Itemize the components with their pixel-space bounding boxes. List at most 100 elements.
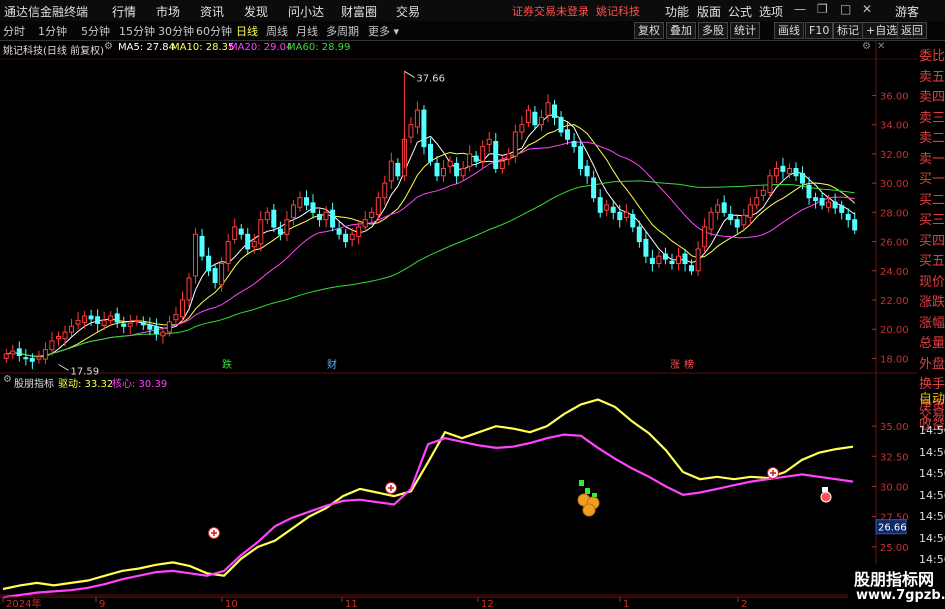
adjust-button[interactable]: 复权 <box>634 22 664 39</box>
f10-button[interactable]: F10 <box>805 22 834 39</box>
period-5min[interactable]: 5分钟 <box>81 23 110 39</box>
menu-market[interactable]: 市场 <box>156 3 180 20</box>
candle-body <box>212 268 218 284</box>
menu-function[interactable]: 功能 <box>665 3 689 20</box>
candle-body <box>225 241 231 265</box>
sidebar-item[interactable]: 卖一 <box>919 148 945 167</box>
candle-body <box>186 277 192 301</box>
menu-formula[interactable]: 公式 <box>728 3 752 20</box>
close-icon[interactable]: ✕ <box>862 2 872 16</box>
sidebar-item[interactable]: 卖四 <box>919 86 945 105</box>
maximize-icon[interactable]: □ <box>840 2 851 16</box>
menu-news[interactable]: 资讯 <box>200 3 224 20</box>
candle-body <box>258 219 264 245</box>
indicator-tick-label: 35.00 <box>880 422 909 433</box>
candle-body <box>604 204 610 211</box>
sidebar-item[interactable]: 14:56 <box>919 446 945 459</box>
candle-body <box>708 211 714 230</box>
sidebar-item[interactable]: 外盘 <box>919 353 945 372</box>
sidebar-item[interactable]: 14:56 <box>919 489 945 502</box>
period-monthly[interactable]: 月线 <box>296 23 318 39</box>
add-watchlist-button[interactable]: +自选 <box>862 22 902 39</box>
menu-quotes[interactable]: 行情 <box>112 3 136 20</box>
candle-body <box>617 211 623 221</box>
candle-body <box>173 314 179 321</box>
candle-body <box>597 197 603 213</box>
period-30min[interactable]: 30分钟 <box>158 23 194 39</box>
sell-signal-icon <box>820 491 832 503</box>
high-pointer <box>404 70 415 78</box>
candle-body <box>75 319 81 325</box>
candle-body <box>486 138 492 145</box>
sidebar-item[interactable]: 卖二 <box>919 127 945 146</box>
candle-body <box>845 214 851 221</box>
menu-wealth[interactable]: 财富圈 <box>341 3 377 20</box>
candle-body <box>669 260 675 265</box>
x-axis: 2024年 9 10 11 12 1 2 <box>0 596 876 609</box>
sidebar-item[interactable]: 买三 <box>919 209 945 228</box>
candle-body <box>356 226 362 237</box>
sidebar-item[interactable]: 买二 <box>919 189 945 208</box>
candle-body <box>251 241 257 248</box>
candle-body <box>3 353 9 359</box>
mark-button[interactable]: 标记 <box>833 22 863 39</box>
candle-body <box>127 322 133 327</box>
event-marker: 财 <box>327 358 337 371</box>
overlay-button[interactable]: 叠加 <box>666 22 696 39</box>
sidebar-item[interactable]: 交易 <box>919 404 945 423</box>
sidebar-item[interactable]: 买五 <box>919 250 945 269</box>
period-tick[interactable]: 分时 <box>3 23 25 39</box>
indicator-axis: 35.0032.5030.0027.5025.0022.5026.66 <box>872 422 909 584</box>
chart-area[interactable]: 36.00 34.00 32.00 30.00 28.00 26.00 24.00 22.00… <box>0 41 917 609</box>
price-tick-label: 30.00 <box>880 179 909 190</box>
candle-body <box>160 331 166 337</box>
menu-options[interactable]: 选项 <box>759 3 783 20</box>
restore-icon[interactable]: ❐ <box>817 2 828 16</box>
sidebar-item[interactable]: 卖五 <box>919 66 945 85</box>
sidebar-item[interactable]: 买一 <box>919 168 945 187</box>
candle-body <box>153 326 159 335</box>
sidebar-item[interactable]: 现价 <box>919 271 945 290</box>
menu-layout[interactable]: 版面 <box>697 3 721 20</box>
login-notice[interactable]: 证券交易未登录 姚记科技 <box>512 3 640 19</box>
statistics-button[interactable]: 统计 <box>730 22 760 39</box>
period-15min[interactable]: 15分钟 <box>119 23 155 39</box>
price-tick-label: 34.00 <box>880 121 909 132</box>
sidebar-item[interactable]: 总量 <box>919 332 945 351</box>
period-60min[interactable]: 60分钟 <box>196 23 232 39</box>
candle-body <box>36 356 42 360</box>
back-button[interactable]: 返回 <box>897 22 927 39</box>
period-daily[interactable]: 日线 <box>236 23 258 39</box>
sidebar-item[interactable]: 14:56 <box>919 467 945 480</box>
period-multi[interactable]: 多周期 <box>326 23 359 39</box>
sidebar-item[interactable]: 14:56 <box>919 424 945 437</box>
candle-body <box>82 315 88 324</box>
event-marker: 涨 <box>670 359 680 371</box>
candle-body <box>310 202 316 213</box>
candle-body <box>512 131 518 157</box>
menu-xiaoda[interactable]: 问小达 <box>288 3 324 20</box>
drive-line <box>2 398 854 591</box>
candle-body <box>140 322 146 326</box>
x-tick-label: 1 <box>623 599 629 609</box>
candle-body <box>852 219 858 231</box>
minimize-icon[interactable]: — <box>794 2 806 16</box>
sidebar-item[interactable]: 委比 <box>919 45 945 64</box>
menu-trade[interactable]: 交易 <box>396 3 420 20</box>
sidebar-item[interactable]: 卖三 <box>919 107 945 126</box>
price-tick-label: 36.00 <box>880 92 909 103</box>
sidebar-item[interactable]: 14:56 <box>919 532 945 545</box>
sidebar-item[interactable]: 涨幅 <box>919 312 945 331</box>
period-1min[interactable]: 1分钟 <box>38 23 67 39</box>
multi-stock-button[interactable]: 多股 <box>698 22 728 39</box>
sidebar-item[interactable]: 14:56 <box>919 510 945 523</box>
candle-body <box>95 316 101 324</box>
sidebar-item[interactable]: 买四 <box>919 230 945 249</box>
period-more[interactable]: 更多 ▾ <box>368 23 399 39</box>
menu-discover[interactable]: 发现 <box>244 3 268 20</box>
candle-body <box>499 160 505 169</box>
sidebar-item[interactable]: 涨跌 <box>919 291 945 310</box>
user-label[interactable]: 游客 <box>895 3 919 20</box>
draw-line-button[interactable]: 画线 <box>774 22 804 39</box>
period-weekly[interactable]: 周线 <box>266 23 288 39</box>
